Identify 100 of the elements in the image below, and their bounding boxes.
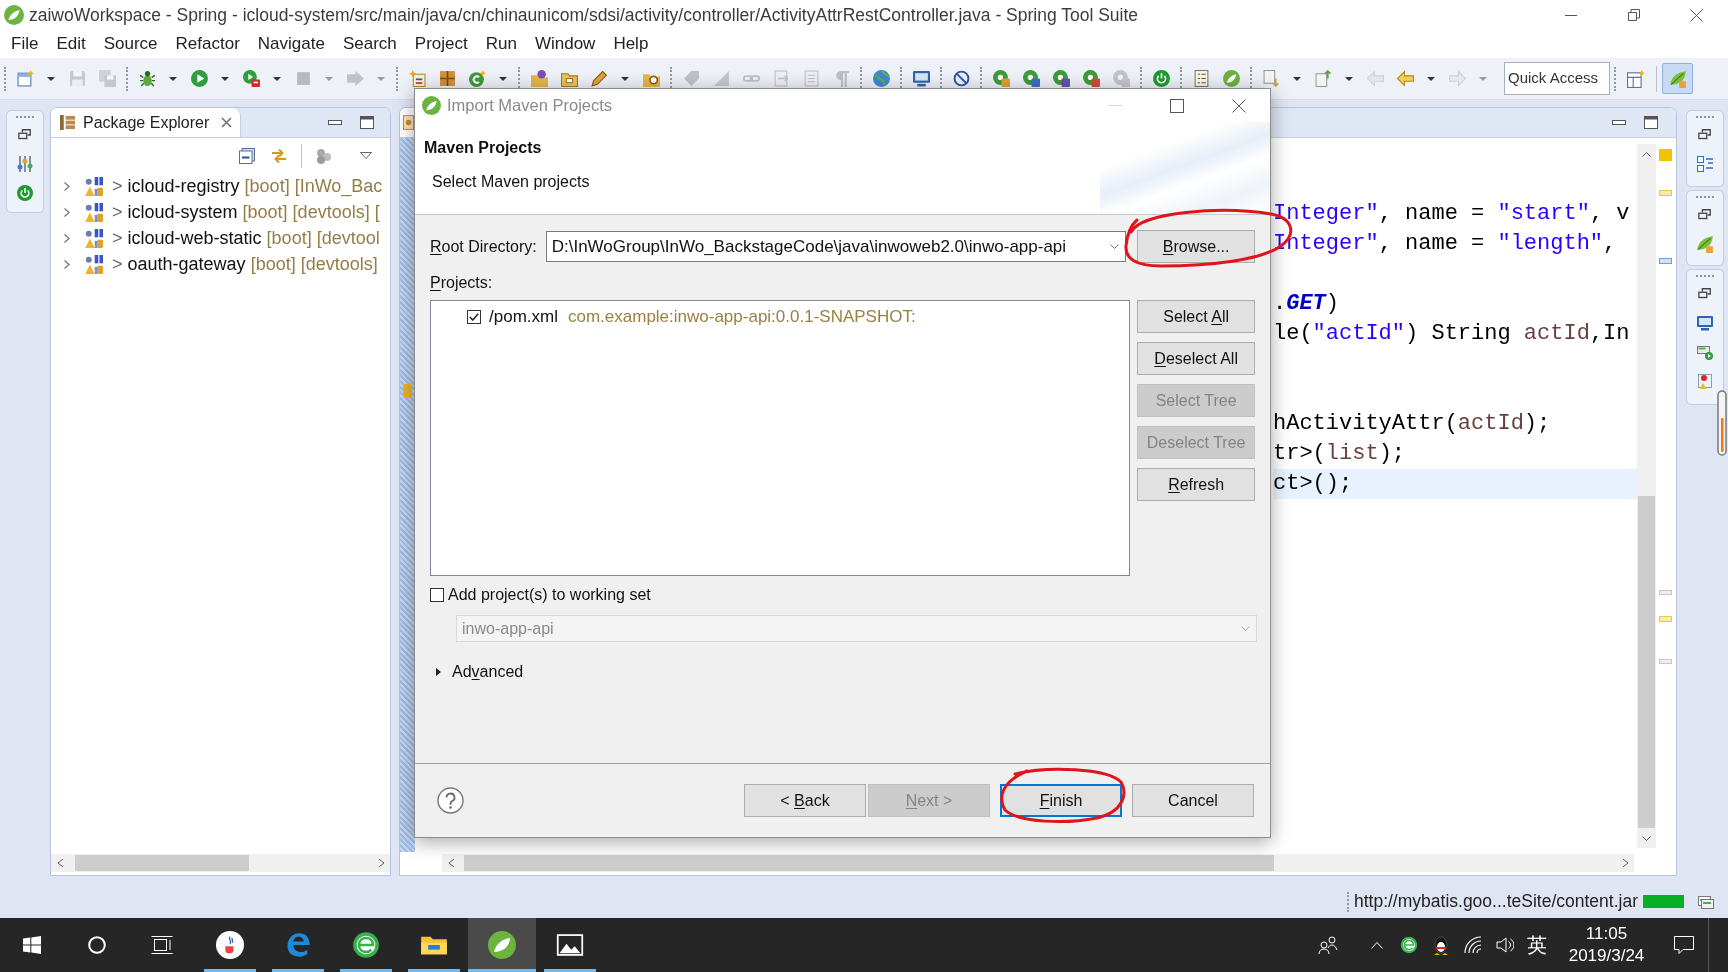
power-icon — [1152, 70, 1170, 87]
menu-item[interactable]: Run — [476, 30, 526, 58]
expand-toggle[interactable] — [62, 231, 72, 245]
clock-date: 2019/3/24 — [1568, 945, 1645, 967]
code-line: le("actId") String actId,In — [1273, 320, 1631, 348]
project-icon — [84, 176, 103, 196]
restore-icon — [1627, 9, 1640, 21]
chevron-down-icon — [1110, 244, 1120, 249]
scrollbar-thumb[interactable] — [75, 855, 249, 871]
maximize-button[interactable] — [1642, 114, 1660, 131]
checkbox[interactable] — [467, 310, 481, 324]
leaf-badge-icon — [1668, 69, 1687, 88]
project-icon — [84, 202, 103, 222]
tree-item-label[interactable]: > icloud-web-static [boot] [devtool — [112, 224, 380, 252]
dialog-button[interactable]: < Back — [744, 784, 866, 817]
chevron-right-icon — [64, 233, 70, 243]
dialog-button[interactable]: Deselect All — [1137, 342, 1255, 375]
marker-icon — [1659, 616, 1672, 622]
leaf-icon — [488, 931, 516, 959]
menu-item[interactable]: Edit — [47, 30, 95, 58]
horizontal-scrollbar[interactable] — [442, 854, 1634, 872]
scrollbar-thumb[interactable] — [1638, 496, 1655, 828]
restore-icon — [1698, 287, 1712, 301]
collapse-all-button[interactable] — [237, 145, 257, 166]
windows-logo-icon — [23, 936, 41, 954]
expand-toggle[interactable] — [434, 667, 442, 677]
vertical-scrollbar[interactable] — [1637, 144, 1656, 848]
folder-ball-icon — [530, 70, 548, 87]
chevron-down-icon — [1241, 626, 1250, 631]
page-description: Select Maven projects — [431, 172, 591, 192]
dialog-button[interactable]: Finish — [1000, 784, 1122, 817]
caret-icon — [221, 76, 229, 81]
dialog-button[interactable]: Refresh — [1137, 468, 1255, 501]
expand-toggle[interactable] — [62, 179, 72, 193]
field-label: Projects: — [430, 273, 493, 292]
tree-item-label[interactable]: > icloud-system [boot] [devtools] [ — [112, 198, 380, 226]
close-icon — [1232, 98, 1246, 113]
menu-item[interactable]: Navigate — [248, 30, 334, 58]
taskbar-app-button[interactable] — [468, 918, 536, 972]
horizontal-scrollbar[interactable] — [51, 854, 390, 872]
close-tab-button[interactable] — [219, 115, 234, 130]
project-path[interactable]: /pom.xml — [489, 304, 558, 330]
caret-icon — [1293, 76, 1301, 81]
project-icon — [84, 228, 103, 248]
help-button[interactable] — [437, 787, 464, 814]
browse-button[interactable]: Browse... — [1137, 230, 1255, 263]
expand-toggle[interactable] — [62, 205, 72, 219]
grid-box-icon — [438, 70, 456, 87]
globe-icon — [872, 70, 890, 87]
penguin-icon — [1433, 935, 1449, 955]
scroll-left-icon — [57, 859, 63, 867]
tree-item-label[interactable]: > icloud-registry [boot] [InWo_Bac — [112, 172, 383, 200]
status-message: http://mybatis.goo...teSite/content.jar — [1353, 890, 1638, 914]
marker-icon — [1659, 190, 1672, 196]
forward-arrow-icon — [1448, 70, 1466, 87]
menu-item[interactable]: Search — [333, 30, 406, 58]
circles-icon — [316, 147, 332, 164]
section-toggle-label[interactable]: Advanced — [452, 660, 524, 684]
restore-icon — [18, 128, 32, 142]
window-title: zaiwoWorkspace - Spring - icloud-system/src/main/java/cn/chinaunicom/sdsi/activity/controller/ActivityAttrRestController.java - Spring Tool Suite — [29, 3, 1139, 27]
maximize-button[interactable] — [358, 114, 376, 131]
menu-item[interactable]: Window — [525, 30, 605, 58]
checkmark-icon — [469, 313, 479, 321]
leaf-badge-icon — [1696, 235, 1714, 253]
menu-item[interactable]: Project — [405, 30, 477, 58]
dialog-button[interactable]: Select All — [1137, 300, 1255, 333]
caret-icon — [621, 76, 629, 81]
tree-item-label[interactable]: > oauth-gateway [boot] [devtools] — [112, 250, 378, 278]
root-directory-combo[interactable]: D:\InWoGroup\InWo_BackstageCode\java\inwoweb2.0\inwo-app-api — [545, 231, 1127, 262]
warning-marker-icon — [403, 384, 412, 398]
dialog-button[interactable]: Cancel — [1132, 784, 1254, 817]
scroll-right-icon — [378, 859, 384, 867]
close-icon — [220, 117, 232, 128]
expand-toggle[interactable] — [62, 257, 72, 271]
menu-item[interactable]: Help — [604, 30, 658, 58]
circle-sparkle-icon — [468, 70, 486, 87]
menu-item[interactable]: Source — [94, 30, 167, 58]
scroll-right-icon — [1622, 859, 1628, 867]
view-tab[interactable]: Package Explorer — [51, 108, 241, 137]
scrollbar-thumb[interactable] — [464, 855, 1274, 871]
clock-time: 11:05 — [1585, 923, 1628, 945]
minimize-icon — [328, 120, 342, 125]
close-icon — [1690, 8, 1703, 22]
code-line: tr>(list); — [1273, 440, 1407, 468]
menu-item[interactable]: Refactor — [166, 30, 249, 58]
stop-icon — [294, 70, 312, 87]
stacked-windows-icon — [1698, 893, 1714, 910]
ring-badge-icon — [1052, 70, 1070, 87]
input-method-button[interactable]: 英 — [1521, 918, 1553, 972]
menu-item[interactable]: File — [2, 30, 48, 58]
back-arrow-icon — [1396, 70, 1414, 87]
code-line: .GET) — [1273, 290, 1340, 318]
quick-access-field[interactable]: Quick Access — [1504, 62, 1610, 95]
project-artifact: com.example:inwo-app-api:0.0.1-SNAPSHOT: — [567, 306, 916, 329]
cup-icon — [216, 931, 244, 959]
file-icon — [403, 115, 414, 130]
clock-button[interactable]: 11:05 2019/3/24 — [1553, 918, 1660, 972]
play-panel-icon — [1697, 344, 1713, 360]
power-icon — [17, 185, 33, 201]
document-down-icon — [1262, 70, 1280, 87]
